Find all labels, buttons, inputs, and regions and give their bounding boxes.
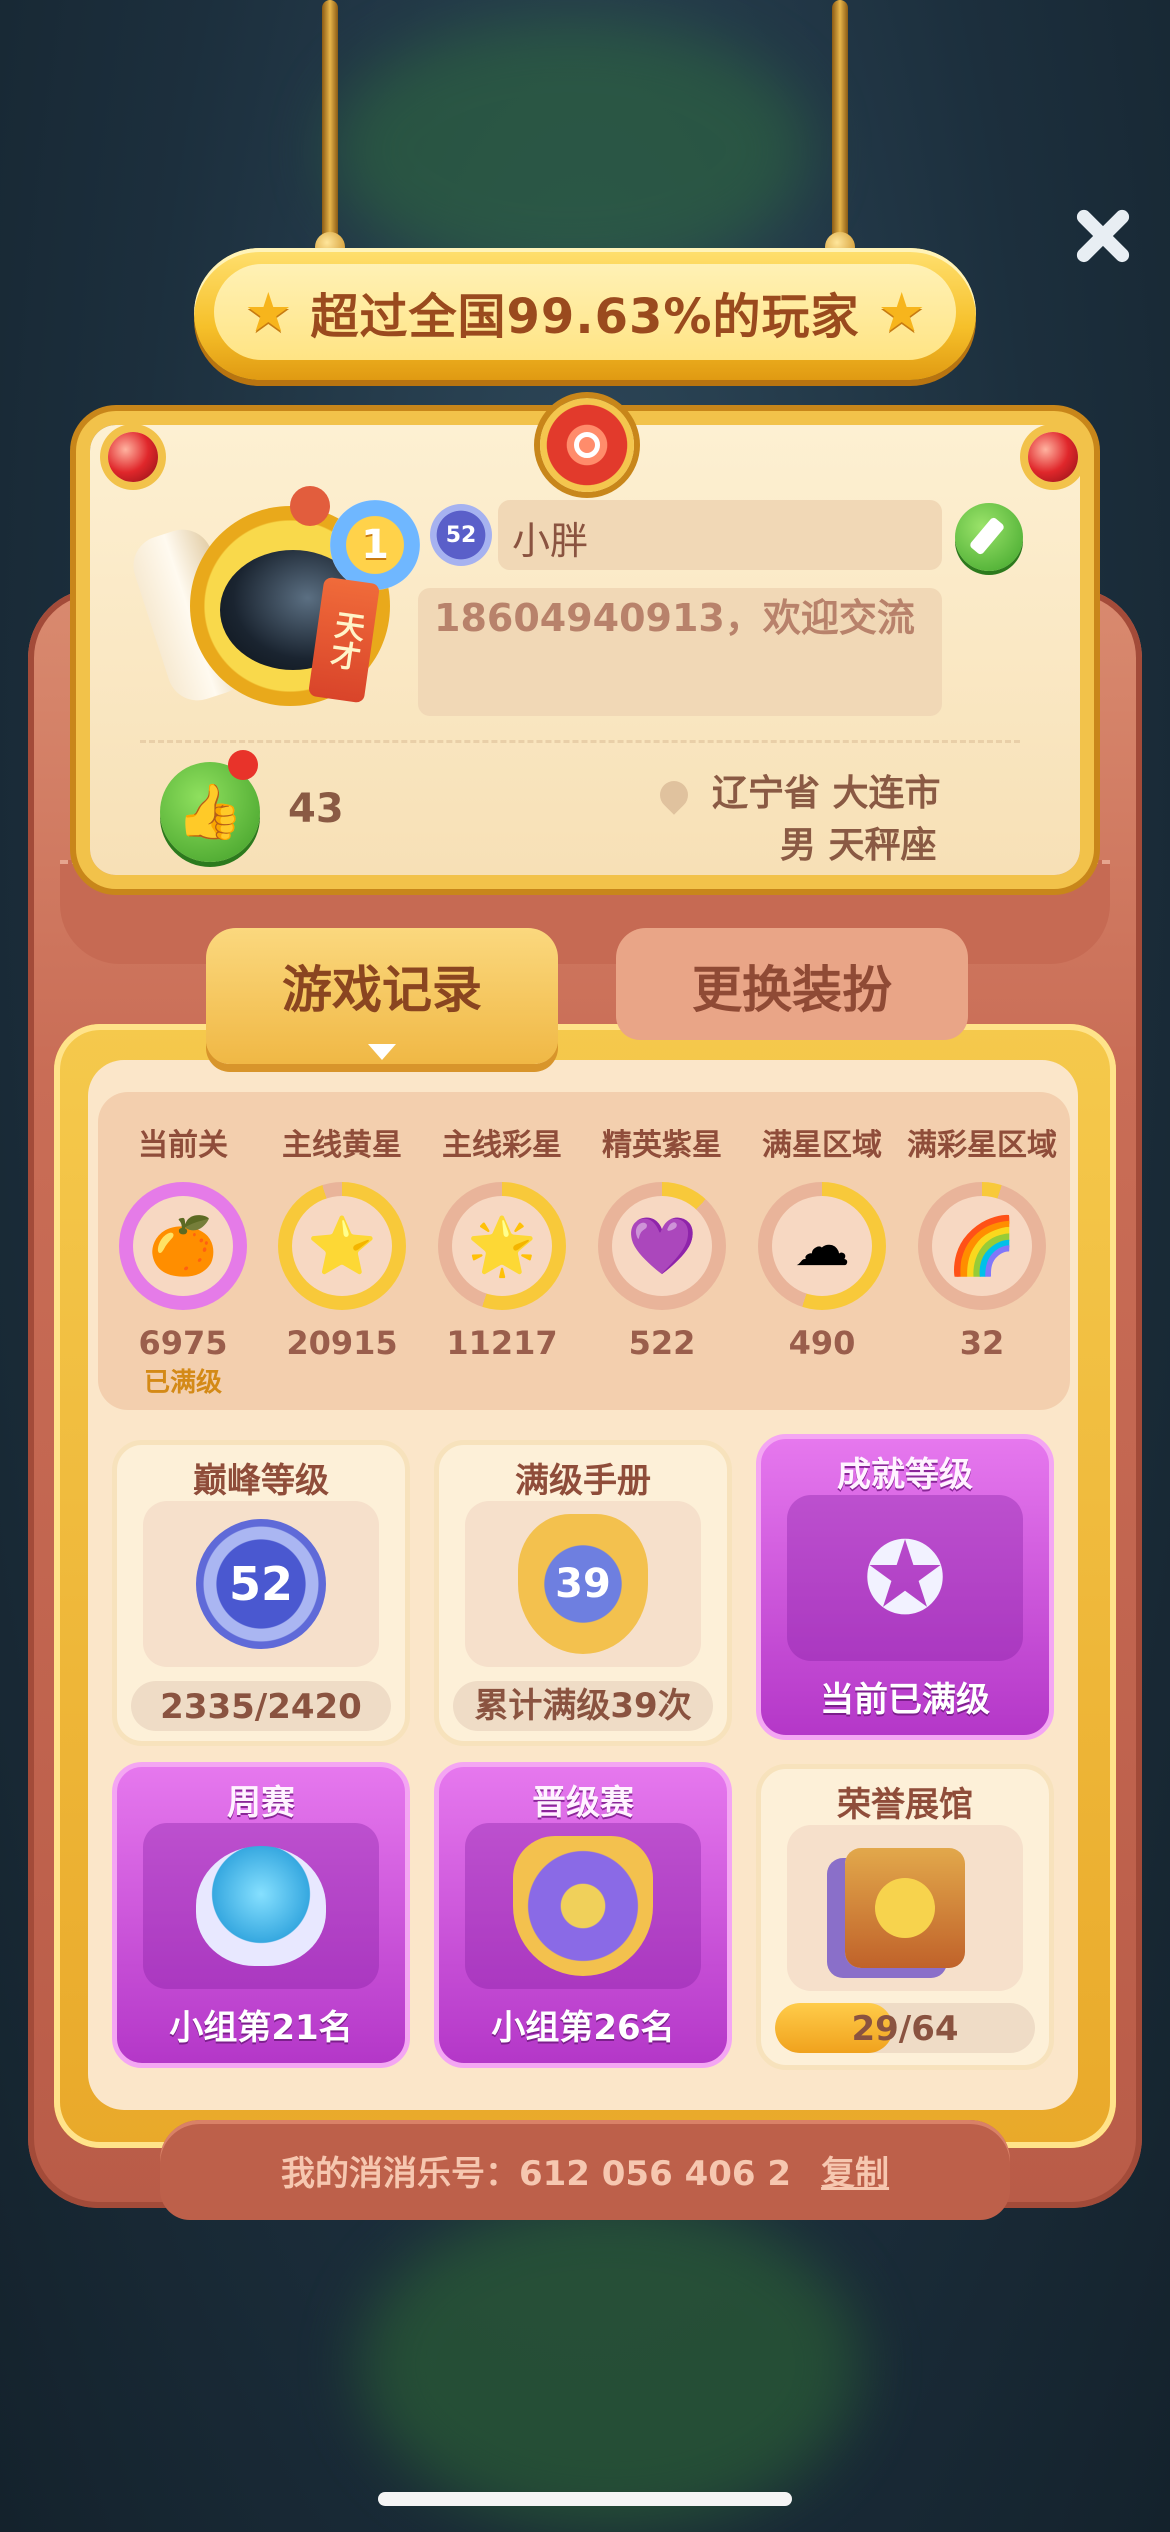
tab-change-outfit[interactable]: 更换装扮 bbox=[616, 928, 968, 1040]
thumbs-up-icon: 👍 bbox=[176, 780, 244, 843]
card-title: 成就等级 bbox=[837, 1455, 973, 1495]
flower-ornament-icon bbox=[540, 398, 634, 492]
crown-shield-icon bbox=[513, 1836, 653, 1976]
rank-percent-text: 超过全国99.63%的玩家 bbox=[310, 289, 860, 345]
purple-star-icon: 💜 bbox=[612, 1196, 712, 1296]
tab-indicator-icon bbox=[368, 1044, 396, 1060]
player-id-text: 我的消消乐号：612 056 406 2 bbox=[280, 2153, 792, 2194]
copy-id-button[interactable]: 复制 bbox=[821, 2146, 889, 2195]
yellow-star-icon: ⭐ bbox=[292, 1196, 392, 1296]
background-blob bbox=[360, 2200, 860, 2530]
stat-item: 满星区域 ☁ 490 bbox=[742, 1120, 902, 1362]
stat-label: 主线彩星 bbox=[442, 1128, 562, 1163]
card-title: 周赛 bbox=[227, 1783, 295, 1823]
location-text: 辽宁省 大连市 bbox=[712, 773, 941, 814]
star-icon: ★ bbox=[877, 280, 926, 344]
achievement-level-card[interactable]: 成就等级 ✪ 当前已满级 bbox=[756, 1434, 1054, 1740]
card-title: 荣誉展馆 bbox=[837, 1785, 973, 1825]
chick-crest-icon bbox=[290, 486, 330, 526]
card-foot-text: 小组第21名 bbox=[169, 2008, 353, 2048]
stat-item: 精英紫星 💜 522 bbox=[582, 1120, 742, 1362]
stat-value: 522 bbox=[628, 1324, 696, 1362]
notification-dot bbox=[228, 750, 258, 780]
card-foot-text: 小组第26名 bbox=[491, 2008, 675, 2048]
stat-progress-ring: ☁ bbox=[758, 1182, 886, 1310]
ruby-ornament-icon bbox=[1028, 432, 1078, 482]
stat-label: 精英紫星 bbox=[602, 1128, 722, 1163]
card-title: 巅峰等级 bbox=[193, 1461, 329, 1501]
card-title: 满级手册 bbox=[515, 1461, 651, 1501]
stat-item: 主线彩星 🌟 11217 bbox=[422, 1120, 582, 1362]
signature-field: 18604940913，欢迎交流 bbox=[418, 588, 942, 716]
stat-item: 满彩星区域 🌈 32 bbox=[902, 1120, 1062, 1362]
medal-icon: ✪ bbox=[863, 1519, 947, 1637]
location-pin-icon bbox=[654, 775, 694, 815]
divider bbox=[140, 740, 1020, 743]
honor-cards-icon bbox=[845, 1848, 965, 1968]
player-id-bar: 我的消消乐号：612 056 406 2 复制 bbox=[160, 2120, 1010, 2220]
card-title: 晋级赛 bbox=[532, 1783, 634, 1823]
rank-badge: 1 bbox=[330, 500, 420, 590]
player-name: 小胖 bbox=[512, 519, 589, 563]
star-icon: ★ bbox=[244, 280, 293, 344]
stat-progress-ring: 💜 bbox=[598, 1182, 726, 1310]
stat-sub-label: 已满级 bbox=[143, 1368, 222, 1398]
stat-progress-ring: ⭐ bbox=[278, 1182, 406, 1310]
signature-text: 18604940913，欢迎交流 bbox=[434, 596, 915, 640]
promotion-match-card[interactable]: 晋级赛 小组第26名 bbox=[434, 1762, 732, 2068]
like-count: 43 bbox=[288, 786, 344, 832]
rank-banner: ★ 超过全国99.63%的玩家 ★ bbox=[194, 248, 976, 380]
peak-level-card[interactable]: 巅峰等级 52 2335/2420 bbox=[112, 1440, 410, 1746]
stat-item: 当前关 🍊 6975 已满级 bbox=[103, 1120, 263, 1399]
card-foot-text: 累计满级39次 bbox=[474, 1686, 692, 1726]
stat-value: 20915 bbox=[286, 1324, 398, 1362]
stat-label: 满星区域 bbox=[762, 1128, 882, 1163]
manual-badge-icon: 39 bbox=[518, 1514, 648, 1654]
background-blob bbox=[330, 20, 810, 280]
card-foot-text: 2335/2420 bbox=[160, 1687, 362, 1727]
stat-value: 490 bbox=[788, 1324, 856, 1362]
stat-label: 当前关 bbox=[138, 1128, 228, 1163]
weekly-match-card[interactable]: 周赛 小组第21名 bbox=[112, 1762, 410, 2068]
location: 辽宁省 大连市 bbox=[654, 764, 941, 816]
close-icon[interactable] bbox=[1070, 204, 1134, 268]
cloud-icon: ☁ bbox=[772, 1196, 872, 1296]
stat-progress-ring: 🌟 bbox=[438, 1182, 566, 1310]
stat-item: 主线黄星 ⭐ 20915 bbox=[262, 1120, 422, 1362]
stat-label: 主线黄星 bbox=[282, 1128, 402, 1163]
honor-progress-bar: 29/64 bbox=[775, 2003, 1035, 2053]
ruby-ornament-icon bbox=[108, 432, 158, 482]
owl-trophy-icon bbox=[196, 1846, 326, 1966]
home-indicator[interactable] bbox=[378, 2492, 792, 2506]
honor-progress-text: 29/64 bbox=[851, 2009, 959, 2049]
stat-value: 6975 bbox=[138, 1324, 228, 1362]
peak-level-shield-icon: 52 bbox=[196, 1519, 326, 1649]
hanging-rope-left bbox=[322, 0, 338, 248]
gender-zodiac: 男 天秤座 bbox=[780, 825, 937, 866]
card-foot-text: 当前已满级 bbox=[820, 1680, 990, 1720]
edit-profile-button[interactable] bbox=[955, 503, 1023, 571]
level-badge: 52 bbox=[430, 504, 492, 566]
stat-label: 满彩星区域 bbox=[907, 1128, 1057, 1163]
rainbow-cloud-icon: 🌈 bbox=[932, 1196, 1032, 1296]
name-field: 小胖 bbox=[498, 500, 942, 570]
stat-progress-ring: 🍊 bbox=[119, 1182, 247, 1310]
orange-fruit-icon: 🍊 bbox=[133, 1196, 233, 1296]
rainbow-star-icon: 🌟 bbox=[452, 1196, 552, 1296]
hanging-rope-right bbox=[832, 0, 848, 248]
avatar[interactable]: 1 天才 bbox=[125, 480, 420, 720]
honor-hall-card[interactable]: 荣誉展馆 29/64 bbox=[756, 1764, 1054, 2070]
stat-value: 11217 bbox=[446, 1324, 558, 1362]
stat-value: 32 bbox=[959, 1324, 1005, 1362]
max-level-manual-card[interactable]: 满级手册 39 累计满级39次 bbox=[434, 1440, 732, 1746]
stat-progress-ring: 🌈 bbox=[918, 1182, 1046, 1310]
